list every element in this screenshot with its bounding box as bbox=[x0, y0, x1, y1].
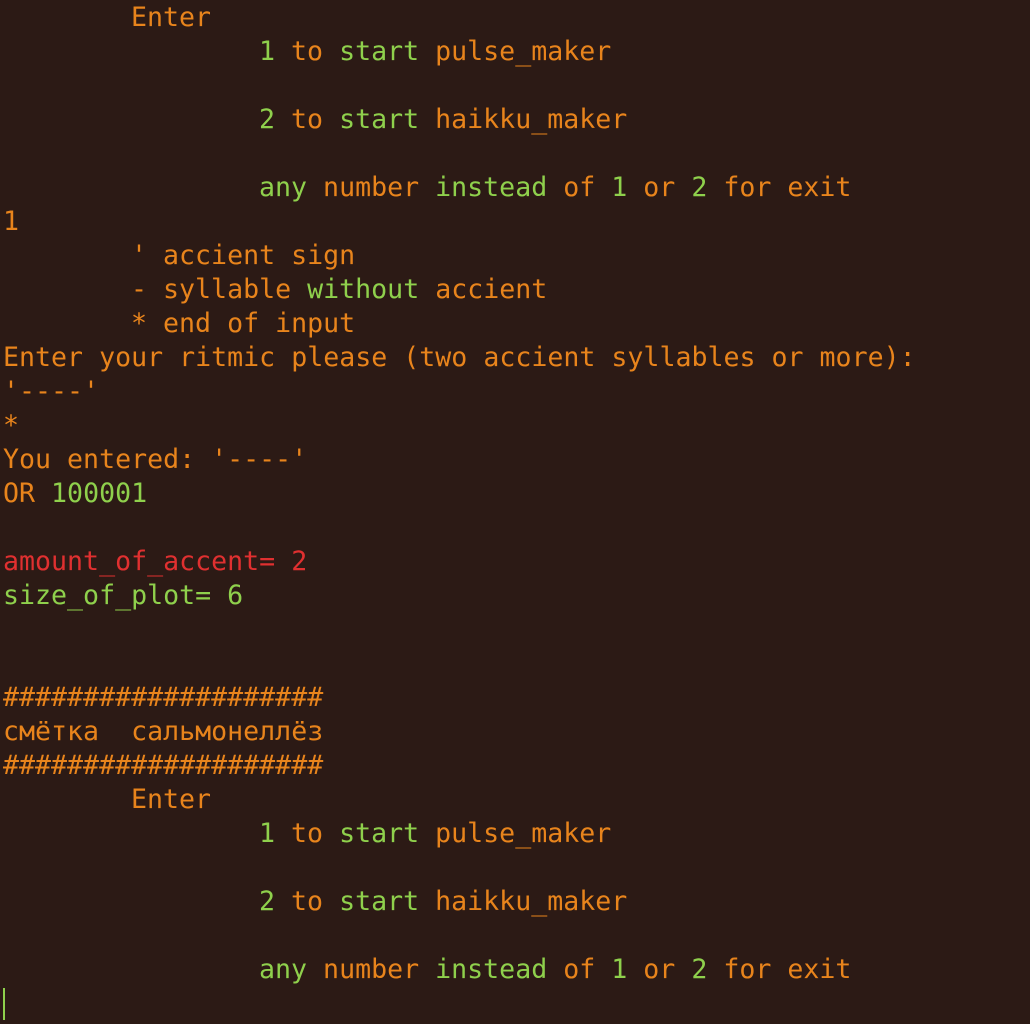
haiku-result: смётка сальмонеллёз bbox=[3, 716, 324, 747]
exit-text: 1 bbox=[611, 954, 628, 985]
menu-enter-line: Enter bbox=[0, 1, 1030, 35]
option-number: 2 bbox=[259, 104, 276, 135]
binary-output-line: OR 100001 bbox=[0, 477, 1030, 511]
exit-text: 1 bbox=[611, 172, 628, 203]
menu-option-1-line: 1 to start pulse_maker bbox=[0, 817, 1030, 851]
exit-text: 2 bbox=[691, 954, 708, 985]
menu-enter-label: Enter bbox=[131, 2, 212, 33]
exit-text: any bbox=[259, 172, 308, 203]
legend-text: * bbox=[131, 308, 164, 339]
option-text: haikku_maker bbox=[419, 104, 628, 135]
option-text: haikku_maker bbox=[419, 886, 628, 917]
exit-text: or bbox=[627, 954, 692, 985]
option-text: start bbox=[339, 818, 420, 849]
menu-option-2-line: 2 to start haikku_maker bbox=[0, 103, 1030, 137]
plot-size-label: size_of_plot= bbox=[3, 580, 228, 611]
text-cursor[interactable] bbox=[3, 988, 5, 1020]
user-input-ritmic: '----' bbox=[3, 376, 100, 407]
or-label: OR bbox=[3, 478, 52, 509]
entered-echo: You entered: '----' bbox=[3, 444, 308, 475]
option-number: 2 bbox=[259, 886, 276, 917]
terminal-window[interactable]: Enter 1 to start pulse_maker 2 to start … bbox=[0, 0, 1030, 1024]
legend-text: accient bbox=[419, 274, 548, 305]
exit-text: instead bbox=[435, 954, 548, 985]
exit-text: of bbox=[547, 954, 612, 985]
accent-count: amount_of_accent= 2 bbox=[3, 546, 308, 577]
legend-end-line: * end of input bbox=[0, 307, 1030, 341]
legend-text: of input bbox=[211, 308, 356, 339]
legend-text: sign bbox=[291, 240, 356, 271]
option-text: to bbox=[275, 104, 340, 135]
menu-option-2-line: 2 to start haikku_maker bbox=[0, 885, 1030, 919]
exit-text: 2 bbox=[691, 172, 708, 203]
legend-text: end bbox=[163, 308, 212, 339]
option-text: pulse_maker bbox=[419, 36, 612, 67]
user-input-choice: 1 bbox=[0, 205, 1030, 239]
exit-text: any bbox=[259, 954, 308, 985]
legend-syllable-line: - syllable without accient bbox=[0, 273, 1030, 307]
option-text: pulse_maker bbox=[419, 818, 612, 849]
exit-text: for exit bbox=[707, 954, 852, 985]
option-text: start bbox=[339, 104, 420, 135]
menu-enter-label: Enter bbox=[131, 784, 212, 815]
legend-text: without bbox=[307, 274, 420, 305]
exit-text: or bbox=[627, 172, 692, 203]
menu-enter-line: Enter bbox=[0, 783, 1030, 817]
option-text: start bbox=[339, 36, 420, 67]
exit-text: number bbox=[307, 954, 436, 985]
separator-top: #################### bbox=[3, 682, 324, 713]
legend-text: - syllable bbox=[131, 274, 308, 305]
binary-value: 100001 bbox=[51, 478, 148, 509]
option-text: to bbox=[275, 818, 340, 849]
separator-bottom: #################### bbox=[3, 750, 324, 781]
option-number: 1 bbox=[259, 818, 276, 849]
legend-text: ' accient bbox=[131, 240, 292, 271]
input-text: 1 bbox=[3, 206, 20, 237]
option-text: to bbox=[275, 886, 340, 917]
ritmic-prompt: Enter your ritmic please (two accient sy… bbox=[3, 342, 916, 373]
user-input-end: * bbox=[3, 410, 20, 441]
exit-text: for exit bbox=[707, 172, 852, 203]
legend-accent-line: ' accient sign bbox=[0, 239, 1030, 273]
menu-exit-line: any number instead of 1 or 2 for exit bbox=[0, 171, 1030, 205]
menu-exit-line: any number instead of 1 or 2 for exit bbox=[0, 953, 1030, 987]
menu-option-1-line: 1 to start pulse_maker bbox=[0, 35, 1030, 69]
plot-size-value: 6 bbox=[227, 580, 244, 611]
exit-text: of bbox=[547, 172, 612, 203]
option-text: to bbox=[275, 36, 340, 67]
exit-text: instead bbox=[435, 172, 548, 203]
plot-size-line: size_of_plot= 6 bbox=[0, 579, 1030, 613]
exit-text: number bbox=[307, 172, 436, 203]
option-text: start bbox=[339, 886, 420, 917]
option-number: 1 bbox=[259, 36, 276, 67]
